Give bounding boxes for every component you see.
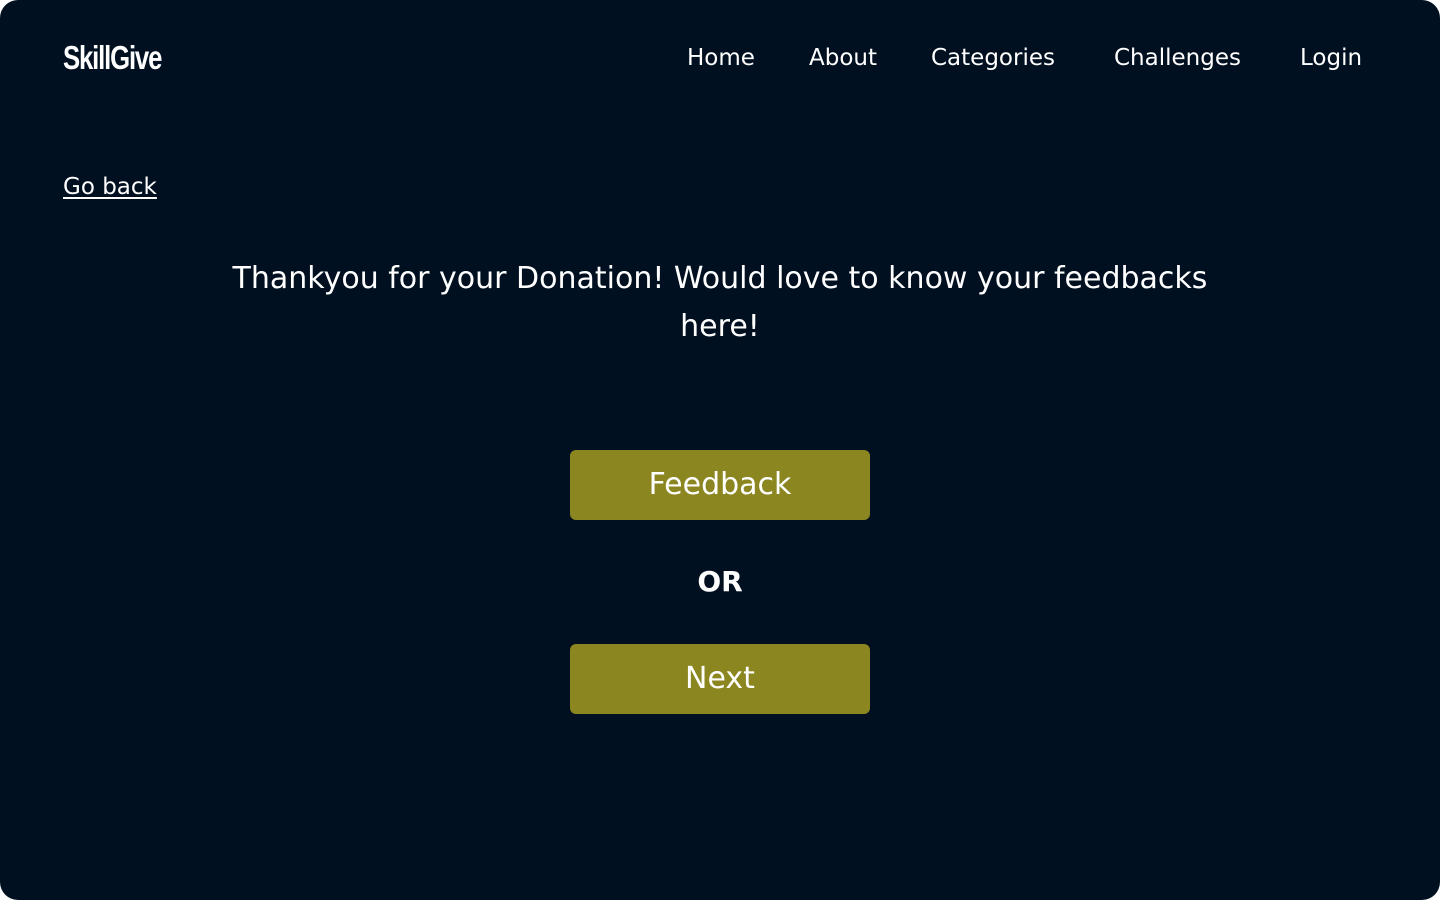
nav-about[interactable]: About [809,40,877,76]
go-back-link[interactable]: Go back [63,170,157,204]
page-frame: SkillGive Home About Categories Challeng… [0,0,1440,900]
thank-you-message: Thankyou for your Donation! Would love t… [232,261,1208,344]
logo[interactable]: SkillGive [63,38,162,78]
next-button[interactable]: Next [570,644,870,714]
nav-challenges[interactable]: Challenges [1114,40,1241,76]
nav-categories[interactable]: Categories [931,40,1055,76]
feedback-button[interactable]: Feedback [570,450,870,520]
nav-login[interactable]: Login [1300,40,1362,76]
nav-home[interactable]: Home [687,40,755,76]
or-separator: OR [697,565,743,598]
